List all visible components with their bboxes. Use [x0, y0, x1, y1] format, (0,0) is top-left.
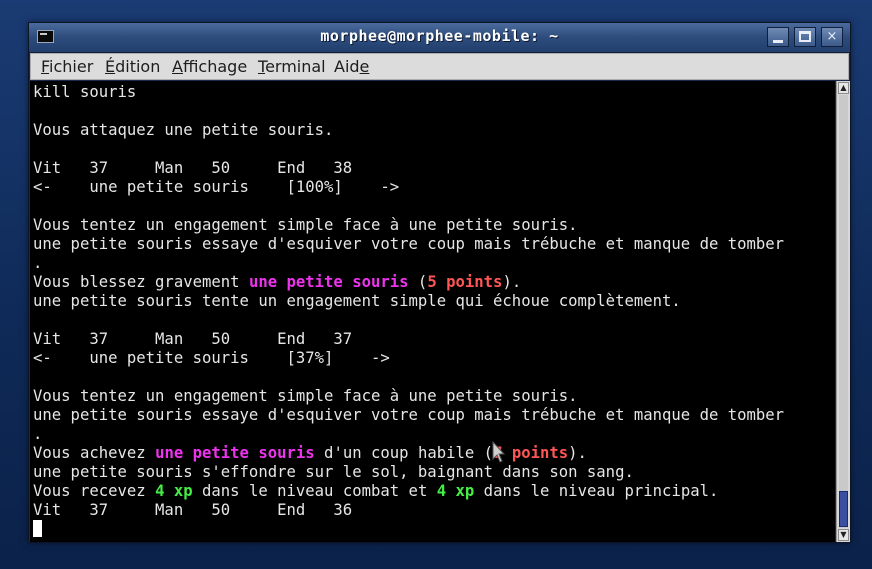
terminal-text-segment: Vous recevez [33, 482, 156, 500]
close-button[interactable]: × [821, 27, 843, 47]
terminal-text-segment: Vous attaquez une petite souris. [33, 121, 334, 139]
close-icon: × [826, 29, 838, 44]
terminal-line: Vit 37 Man 50 End 38 [33, 159, 784, 178]
highlight-xp: 4 xp [155, 482, 193, 500]
minimize-icon [773, 40, 783, 43]
highlight-xp: 4 xp [436, 482, 475, 500]
menu-bar: Fichier Édition Affichage Terminal Aide [30, 53, 849, 80]
terminal-text-segment: Vous blessez gravement [33, 273, 249, 291]
terminal-line: Vit 37 Man 50 End 36 [33, 501, 784, 520]
highlight-dmg: 5 points [427, 273, 503, 291]
terminal-output[interactable]: kill souris Vous attaquez une petite sour… [30, 81, 835, 542]
terminal-text-segment: <- une petite souris [37%] -> [33, 349, 390, 367]
scroll-down-arrow-icon[interactable]: ▼ [838, 529, 849, 541]
terminal-line: <- une petite souris [37%] -> [33, 349, 784, 368]
terminal-line: une petite souris essaye d'esquiver votr… [33, 235, 784, 254]
scroll-up-arrow-icon[interactable]: ▲ [838, 82, 849, 94]
vertical-scrollbar[interactable]: ▲ ▼ [836, 81, 850, 542]
terminal-line: Vit 37 Man 50 End 37 [33, 330, 784, 349]
highlight-mob: une petite souris [155, 444, 315, 462]
terminal-text-segment: . [33, 254, 43, 272]
terminal-line: kill souris [33, 83, 784, 102]
terminal-line: une petite souris tente un engagement si… [33, 292, 784, 311]
terminal-line: <- une petite souris [100%] -> [33, 178, 784, 197]
terminal-line: . [33, 425, 784, 444]
terminal-text-segment: kill souris [33, 83, 137, 101]
window-title: morphee@morphee-mobile: ~ [320, 27, 559, 45]
terminal-text-segment: Vit 37 Man 50 End 36 [33, 501, 353, 519]
title-bar[interactable]: morphee@morphee-mobile: ~ × [29, 23, 850, 53]
terminal-text-segment: . [33, 425, 43, 443]
terminal-text-segment: d'un coup habile ( [314, 444, 494, 462]
terminal-window: morphee@morphee-mobile: ~ × Fichier Édit… [28, 22, 851, 543]
terminal-text-segment: une petite souris tente un engagement si… [33, 292, 681, 310]
scrollbar-track[interactable] [839, 95, 848, 528]
terminal-text-segment: Vous tentez un engagement simple face à … [33, 216, 578, 234]
minimize-button[interactable] [767, 27, 789, 47]
terminal-line: . [33, 254, 784, 273]
terminal-text-segment: Vous tentez un engagement simple face à … [33, 387, 578, 405]
terminal-line: une petite souris essaye d'esquiver votr… [33, 406, 784, 425]
terminal-text-segment: ). [502, 273, 522, 291]
terminal-line: une petite souris s'effondre sur le sol,… [33, 463, 784, 482]
terminal-text-segment: une petite souris essaye d'esquiver votr… [33, 235, 785, 253]
terminal-text-segment: une petite souris essaye d'esquiver votr… [33, 406, 785, 424]
menu-aide[interactable]: Aide [334, 57, 369, 76]
terminal-line: Vous blessez gravement une petite souris… [33, 273, 784, 292]
terminal-text-segment: Vous achevez [33, 444, 156, 462]
text-cursor [33, 520, 42, 537]
terminal-text-segment: dans le niveau combat et [192, 482, 437, 500]
menu-terminal[interactable]: Terminal [258, 57, 326, 76]
highlight-mob: une petite souris [248, 273, 409, 291]
mouse-pointer-icon [492, 441, 506, 463]
terminal-line [33, 520, 784, 539]
maximize-button[interactable] [794, 27, 816, 47]
terminal-line: Vous tentez un engagement simple face à … [33, 216, 784, 235]
terminal-text-segment: ). [568, 444, 587, 462]
menu-edition[interactable]: Édition [105, 57, 160, 76]
terminal-line: Vous tentez un engagement simple face à … [33, 387, 784, 406]
terminal-text-segment: Vit 37 Man 50 End 38 [33, 159, 353, 177]
terminal-text-segment: Vit 37 Man 50 End 37 [33, 330, 353, 348]
menu-affichage[interactable]: Affichage [172, 57, 247, 76]
scrollbar-thumb[interactable] [839, 491, 848, 527]
menu-fichier[interactable]: Fichier [41, 57, 93, 76]
terminal-text-segment: une petite souris s'effondre sur le sol,… [33, 463, 634, 481]
terminal-text-segment: ( [408, 273, 428, 291]
terminal-text-segment: dans le niveau principal. [474, 482, 719, 500]
terminal-line: Vous achevez une petite souris d'un coup… [33, 444, 784, 463]
maximize-icon [799, 31, 811, 42]
terminal-text-segment: <- une petite souris [100%] -> [33, 178, 400, 196]
terminal-line: Vous attaquez une petite souris. [33, 121, 784, 140]
terminal-line: Vous recevez 4 xp dans le niveau combat … [33, 482, 784, 501]
terminal-text: kill souris Vous attaquez une petite sour… [33, 83, 784, 539]
